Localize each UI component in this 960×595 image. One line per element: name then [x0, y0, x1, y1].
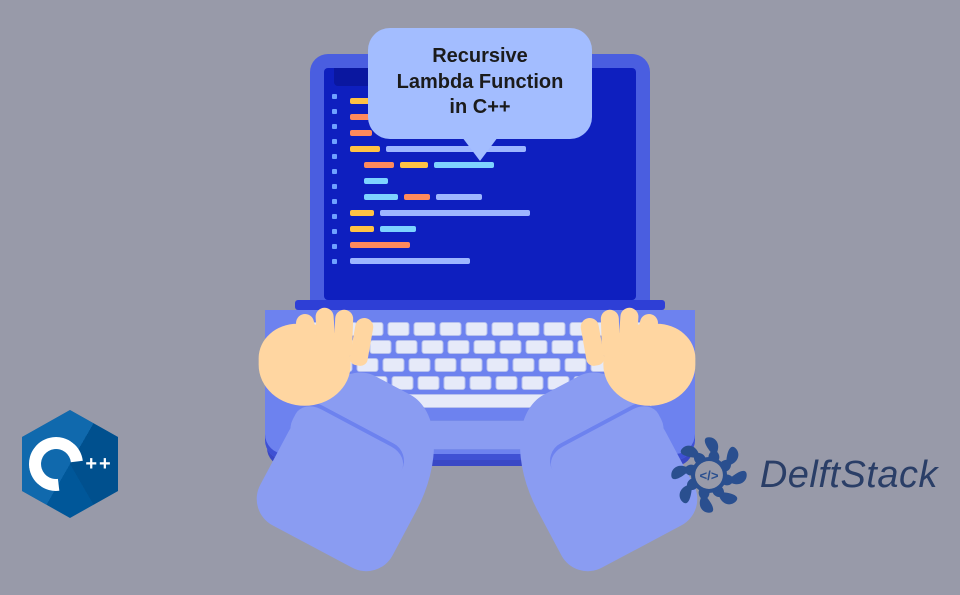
delftstack-wordmark: DelftStack [760, 454, 938, 497]
delftstack-brand: </> DelftStack [668, 434, 938, 516]
hand-left [222, 291, 425, 539]
bubble-line-2: Lambda Function [382, 70, 578, 96]
cpp-plus-2: + [99, 453, 111, 476]
editor-gutter [332, 94, 337, 264]
cpp-logo: + + [22, 410, 118, 518]
delftstack-code-icon: </> [699, 468, 718, 483]
cpp-plus-1: + [85, 453, 97, 476]
laptop-trackpad [425, 420, 535, 450]
bubble-line-3: in C++ [382, 95, 578, 121]
cpp-plus-icon: + + [85, 453, 110, 476]
cpp-c-icon [18, 426, 94, 502]
cpp-hexagon-icon: + + [22, 410, 118, 518]
bubble-line-1: Recursive [382, 44, 578, 70]
delftstack-gear-icon: </> [668, 434, 750, 516]
title-speech-bubble: Recursive Lambda Function in C++ [368, 28, 592, 139]
